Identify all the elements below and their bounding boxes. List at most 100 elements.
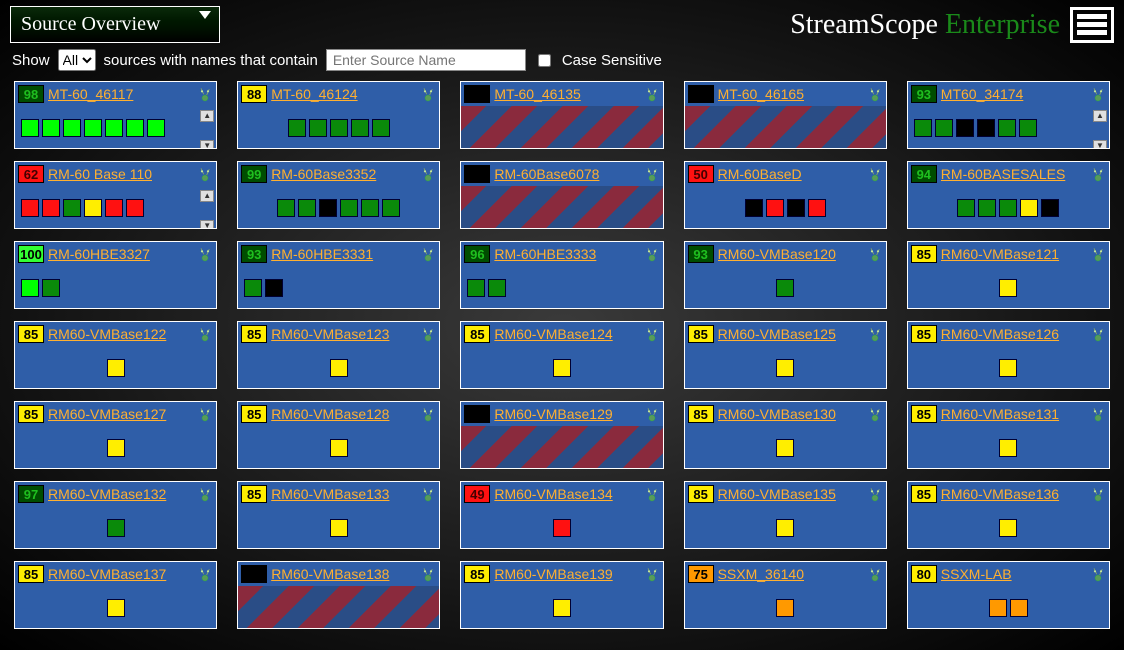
case-sensitive-label: Case Sensitive <box>562 52 662 69</box>
source-link[interactable]: MT60_34174 <box>941 86 1086 102</box>
scroll-up-button[interactable]: ▲ <box>200 110 214 122</box>
indicator <box>340 199 358 217</box>
antenna-icon[interactable] <box>1090 486 1106 502</box>
antenna-icon[interactable] <box>867 86 883 102</box>
antenna-icon[interactable] <box>197 566 213 582</box>
source-link[interactable]: MT-60_46117 <box>48 86 193 102</box>
antenna-icon[interactable] <box>420 566 436 582</box>
card-header: 93RM60-VMBase120 <box>685 242 886 266</box>
indicator <box>21 279 39 297</box>
page-dropdown[interactable]: Source Overview <box>10 6 220 43</box>
source-link[interactable]: RM60-VMBase126 <box>941 326 1086 342</box>
scroll-down-button[interactable]: ▼ <box>1093 140 1107 149</box>
source-link[interactable]: RM60-VMBase135 <box>718 486 863 502</box>
indicator-row <box>685 586 886 629</box>
score-badge: 85 <box>18 325 44 343</box>
antenna-icon[interactable] <box>197 406 213 422</box>
source-link[interactable]: RM60-VMBase132 <box>48 486 193 502</box>
source-card: RM60-VMBase138 <box>237 561 440 629</box>
source-link[interactable]: RM-60HBE3333 <box>494 246 639 262</box>
source-link[interactable]: RM60-VMBase137 <box>48 566 193 582</box>
antenna-icon[interactable] <box>197 486 213 502</box>
indicator <box>999 519 1017 537</box>
antenna-icon[interactable] <box>644 566 660 582</box>
antenna-icon[interactable] <box>420 326 436 342</box>
emit-icon <box>867 406 883 422</box>
antenna-icon[interactable] <box>420 166 436 182</box>
source-name-input[interactable] <box>326 49 526 71</box>
antenna-icon[interactable] <box>644 246 660 262</box>
indicator <box>776 279 794 297</box>
source-link[interactable]: RM60-VMBase120 <box>718 246 863 262</box>
source-link[interactable]: MT-60_46135 <box>494 86 639 102</box>
source-link[interactable]: RM60-VMBase122 <box>48 326 193 342</box>
source-link[interactable]: RM-60Base6078 <box>494 166 639 182</box>
source-link[interactable]: RM60-VMBase131 <box>941 406 1086 422</box>
source-link[interactable]: RM60-VMBase128 <box>271 406 416 422</box>
source-link[interactable]: SSXM-LAB <box>941 566 1086 582</box>
antenna-icon[interactable] <box>1090 566 1106 582</box>
source-link[interactable]: RM60-VMBase134 <box>494 486 639 502</box>
antenna-icon[interactable] <box>1090 246 1106 262</box>
indicator <box>935 119 953 137</box>
source-link[interactable]: RM60-VMBase136 <box>941 486 1086 502</box>
source-link[interactable]: RM60-VMBase123 <box>271 326 416 342</box>
antenna-icon[interactable] <box>867 406 883 422</box>
source-link[interactable]: RM60-VMBase139 <box>494 566 639 582</box>
antenna-icon[interactable] <box>197 166 213 182</box>
antenna-icon[interactable] <box>644 326 660 342</box>
source-link[interactable]: RM60-VMBase133 <box>271 486 416 502</box>
antenna-icon[interactable] <box>420 486 436 502</box>
score-badge: 93 <box>688 245 714 263</box>
antenna-icon[interactable] <box>644 86 660 102</box>
antenna-icon[interactable] <box>420 406 436 422</box>
source-link[interactable]: MT-60_46124 <box>271 86 416 102</box>
source-link[interactable]: RM-60Base3352 <box>271 166 416 182</box>
antenna-icon[interactable] <box>644 486 660 502</box>
antenna-icon[interactable] <box>867 166 883 182</box>
case-sensitive-checkbox[interactable] <box>538 54 551 67</box>
scroll-down-button[interactable]: ▼ <box>200 140 214 149</box>
antenna-icon[interactable] <box>197 326 213 342</box>
source-link[interactable]: RM-60BaseD <box>718 166 863 182</box>
source-link[interactable]: RM60-VMBase127 <box>48 406 193 422</box>
antenna-icon[interactable] <box>1090 406 1106 422</box>
antenna-icon[interactable] <box>420 86 436 102</box>
antenna-icon[interactable] <box>197 246 213 262</box>
antenna-icon[interactable] <box>867 566 883 582</box>
source-link[interactable]: SSXM_36140 <box>718 566 863 582</box>
source-link[interactable]: RM60-VMBase124 <box>494 326 639 342</box>
source-link[interactable]: RM60-VMBase125 <box>718 326 863 342</box>
source-link[interactable]: RM-60BASESALES <box>941 166 1086 182</box>
menu-button[interactable] <box>1070 7 1114 43</box>
antenna-icon[interactable] <box>420 246 436 262</box>
source-link[interactable]: RM-60HBE3331 <box>271 246 416 262</box>
emit-icon <box>867 486 883 502</box>
antenna-icon[interactable] <box>867 486 883 502</box>
scroll-up-button[interactable]: ▲ <box>200 190 214 202</box>
antenna-icon[interactable] <box>644 406 660 422</box>
antenna-icon[interactable] <box>867 326 883 342</box>
source-link[interactable]: RM60-VMBase130 <box>718 406 863 422</box>
source-card: 85RM60-VMBase131 <box>907 401 1110 469</box>
indicator-row <box>238 506 439 549</box>
scroll-down-button[interactable]: ▼ <box>200 220 214 229</box>
antenna-icon[interactable] <box>644 166 660 182</box>
show-select[interactable]: All <box>58 49 96 71</box>
source-link[interactable]: RM60-VMBase129 <box>494 406 639 422</box>
source-link[interactable]: RM60-VMBase138 <box>271 566 416 582</box>
antenna-icon[interactable] <box>1090 86 1106 102</box>
scroll-up-button[interactable]: ▲ <box>1093 110 1107 122</box>
antenna-icon[interactable] <box>1090 326 1106 342</box>
card-header: 49RM60-VMBase134 <box>461 482 662 506</box>
antenna-icon[interactable] <box>1090 166 1106 182</box>
source-link[interactable]: RM-60HBE3327 <box>48 246 193 262</box>
emit-icon <box>644 406 660 422</box>
antenna-icon[interactable] <box>197 86 213 102</box>
card-header: 96RM-60HBE3333 <box>461 242 662 266</box>
source-link[interactable]: RM60-VMBase121 <box>941 246 1086 262</box>
source-link[interactable]: RM-60 Base 110 <box>48 166 193 182</box>
antenna-icon[interactable] <box>867 246 883 262</box>
score-badge: 99 <box>241 165 267 183</box>
source-link[interactable]: MT-60_46165 <box>718 86 863 102</box>
